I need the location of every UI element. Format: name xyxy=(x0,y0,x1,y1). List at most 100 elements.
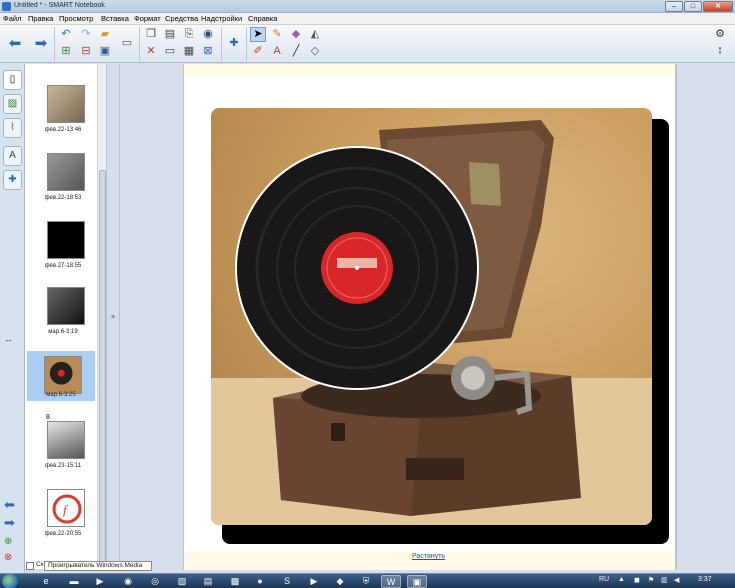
gear-icon[interactable]: ⚙ xyxy=(711,27,729,42)
slide-thumbnail-5-current[interactable]: мар.6-3:25 xyxy=(27,351,95,401)
slide-image xyxy=(47,421,85,459)
slide-number: 8 xyxy=(46,414,50,421)
page-sorter: фев.22-13:46 фев.22-18:53 фев.27-18:55 м… xyxy=(25,64,97,569)
sidebar-right-arrow-icon[interactable]: ➡ xyxy=(4,515,15,531)
eraser-icon[interactable]: ◆ xyxy=(288,27,304,42)
slide-thumbnail-4[interactable]: мар.6-3:19 xyxy=(33,282,93,344)
forward-arrow-icon[interactable]: ➡ xyxy=(33,36,49,51)
slide-thumbnail-7[interactable]: f фев.22-20:55 xyxy=(33,484,93,546)
menu-help[interactable]: Справка xyxy=(248,14,277,23)
properties-icon[interactable]: A xyxy=(3,146,22,166)
paint-icon[interactable]: ▧ xyxy=(172,575,192,588)
slide-thumbnail-6[interactable]: 8 фев.23-15:11 xyxy=(33,414,93,478)
gramophone-photo[interactable] xyxy=(211,108,652,525)
menu-view[interactable]: Просмотр xyxy=(59,14,93,23)
menu-tools[interactable]: Средства xyxy=(165,14,198,23)
windows-taskbar: e ▬ ▶ ◉ ◎ ▧ ▤ ▩ ● S ▶ ◆ ⛨ W ▣ RU ▲ ◼ ⚑ ▥… xyxy=(0,573,735,588)
move-toolbar-icon[interactable]: ↕ xyxy=(711,44,729,59)
explorer-icon[interactable]: ▬ xyxy=(64,575,84,588)
page-sorter-scrollbar[interactable] xyxy=(97,64,106,569)
add-page-icon[interactable]: ⊞ xyxy=(58,44,74,59)
magic-pen-icon[interactable]: ✎ xyxy=(269,27,285,42)
save-icon[interactable]: ▣ xyxy=(97,44,113,59)
shield-icon[interactable]: ⛨ xyxy=(356,575,376,588)
title-bar: Untitled * - SMART Notebook – □ ✕ xyxy=(0,0,735,13)
delete-page-side-icon[interactable]: ⊗ xyxy=(4,552,12,563)
redo-icon[interactable]: ↷ xyxy=(78,27,94,42)
slide-caption: мар.6-3:25 xyxy=(46,392,76,398)
add-page-side-icon[interactable]: ⊕ xyxy=(4,536,12,547)
insert-picture-icon[interactable]: ▤ xyxy=(162,27,178,42)
pens-icon[interactable]: ✐ xyxy=(250,44,266,59)
delete-icon[interactable]: ✕ xyxy=(143,44,159,59)
play-icon[interactable]: ▶ xyxy=(304,575,324,588)
tray-app-icon[interactable]: ◼ xyxy=(634,576,640,584)
volume-icon[interactable]: ◀ xyxy=(674,576,679,584)
chrome-icon[interactable]: ◎ xyxy=(145,575,165,588)
smart-notebook-taskbar-icon[interactable]: ▣ xyxy=(407,575,427,588)
add-ons-tab-icon[interactable]: ✚ xyxy=(3,170,22,190)
ie-icon[interactable]: e xyxy=(36,575,56,588)
slide-image: f xyxy=(47,489,85,527)
clock[interactable]: 3:37 xyxy=(698,576,712,583)
screen-shade-icon[interactable]: ▭ xyxy=(119,36,135,51)
slide-thumbnail-2[interactable]: фев.22-18:53 xyxy=(33,148,93,210)
open-folder-icon[interactable]: ▰ xyxy=(97,27,113,42)
attachments-icon[interactable]: ⌇ xyxy=(3,118,22,138)
close-button[interactable]: ✕ xyxy=(703,1,733,12)
expand-link[interactable]: Растянуть xyxy=(412,553,445,560)
select-arrow-icon[interactable]: ➤ xyxy=(250,27,266,42)
winamp-icon[interactable]: ◆ xyxy=(330,575,350,588)
minecraft-icon[interactable]: ▩ xyxy=(225,575,245,588)
menu-file[interactable]: Файл xyxy=(3,14,21,23)
tray-flag-icon[interactable]: ⚑ xyxy=(648,576,654,584)
slide-image xyxy=(47,287,85,325)
tray-up-arrow-icon[interactable]: ▲ xyxy=(618,576,625,583)
camera-icon[interactable]: ◉ xyxy=(200,27,216,42)
browser-icon[interactable]: ◉ xyxy=(118,575,138,588)
resize-handle-icon[interactable]: ↔ xyxy=(4,334,13,344)
ball-icon[interactable]: ● xyxy=(250,575,270,588)
slide-caption: фев.22-20:55 xyxy=(44,531,82,537)
menu-format[interactable]: Формат xyxy=(134,14,161,23)
slide-image xyxy=(44,356,82,394)
back-arrow-icon[interactable]: ⬅ xyxy=(7,36,23,51)
menu-addons[interactable]: Надстройки xyxy=(201,14,242,23)
gallery-icon[interactable]: ▨ xyxy=(3,94,22,114)
slide-thumbnail-1[interactable]: фев.22-13:46 xyxy=(33,80,93,142)
maximize-button[interactable]: □ xyxy=(684,1,702,12)
minimize-button[interactable]: – xyxy=(665,1,683,12)
page-sorter-icon[interactable]: ▯ xyxy=(3,70,22,90)
full-screen-icon[interactable]: ▭ xyxy=(162,44,178,59)
sidebar-left-arrow-icon[interactable]: ⬅ xyxy=(4,497,15,513)
shapes-icon[interactable]: ◇ xyxy=(307,44,323,59)
language-indicator[interactable]: RU xyxy=(599,576,609,583)
table-icon[interactable]: ▦ xyxy=(181,44,197,59)
delete-page-icon[interactable]: ⊟ xyxy=(78,44,94,59)
terminal-icon[interactable]: ▤ xyxy=(198,575,218,588)
svg-text:f: f xyxy=(63,502,69,517)
window-title: Untitled * - SMART Notebook xyxy=(14,2,105,9)
slide-caption: фев.27-18:55 xyxy=(44,263,82,269)
screen-capture-icon[interactable]: ⎘ xyxy=(181,27,197,42)
line-icon[interactable]: ╱ xyxy=(288,44,304,59)
checkbox[interactable] xyxy=(26,562,34,570)
undo-icon[interactable]: ↶ xyxy=(58,27,74,42)
text-icon[interactable]: A xyxy=(269,44,285,59)
menu-insert[interactable]: Вставка xyxy=(101,14,129,23)
checkbox-label: Ск xyxy=(36,561,44,568)
word-icon[interactable]: W xyxy=(381,575,401,588)
network-icon[interactable]: ▥ xyxy=(661,576,668,584)
start-button[interactable] xyxy=(2,574,18,588)
add-ons-icon[interactable]: ✚ xyxy=(226,36,242,51)
sidebar-splitter[interactable]: ≡ xyxy=(106,64,120,569)
page-top-band xyxy=(184,64,675,76)
skype-icon[interactable]: S xyxy=(277,575,297,588)
slide-caption: мар.6-3:19 xyxy=(48,329,78,335)
paste-icon[interactable]: ❐ xyxy=(143,27,159,42)
fill-icon[interactable]: ◭ xyxy=(307,27,323,42)
media-player-icon[interactable]: ▶ xyxy=(90,575,110,588)
slide-thumbnail-3[interactable]: фев.27-18:55 xyxy=(33,216,93,278)
menu-edit[interactable]: Правка xyxy=(28,14,53,23)
show-screen-icon[interactable]: ⊠ xyxy=(200,44,216,59)
